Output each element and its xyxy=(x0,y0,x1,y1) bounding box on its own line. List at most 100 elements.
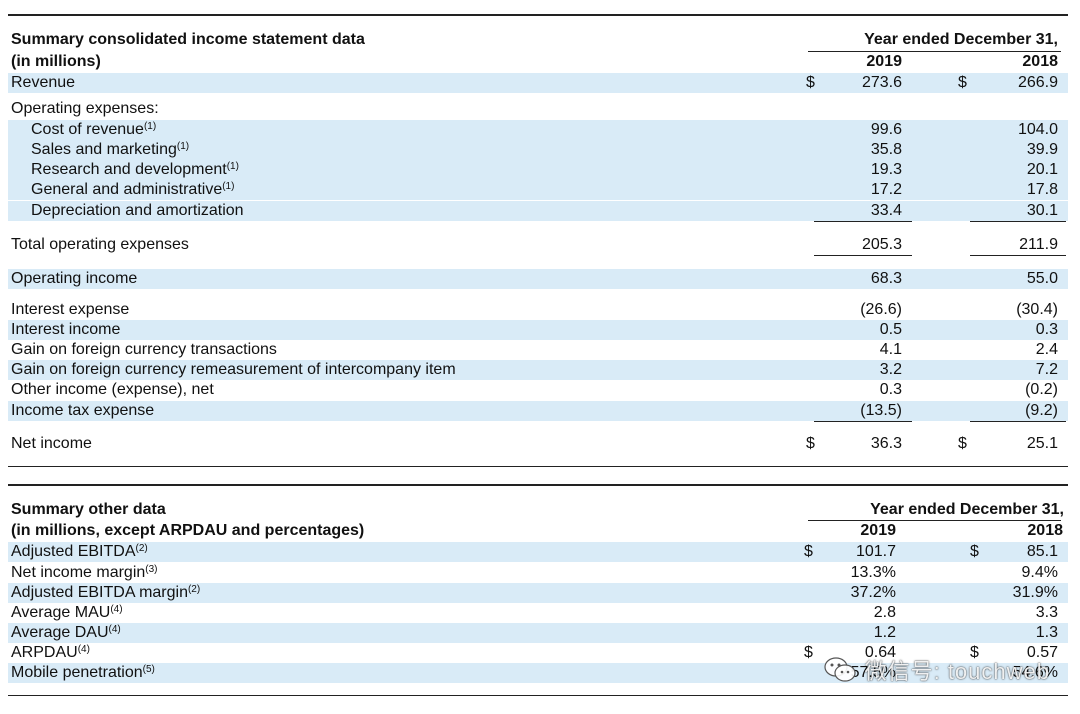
table2-period-header: Year ended December 31, xyxy=(870,501,1064,518)
value-2018: 211.9 xyxy=(1019,236,1058,253)
table1-row: Gain on foreign currency transactions 4.1… xyxy=(8,340,1068,360)
row-label-text: Other income (expense), net xyxy=(11,381,214,398)
row-label: Cost of revenue(1) xyxy=(31,120,156,140)
watermark: 微信号: touchweb xyxy=(823,654,1050,686)
table1-row: Depreciation and amortization 33.4 30.1 xyxy=(8,201,1068,221)
value-2019: (13.5) xyxy=(860,402,902,419)
footnote-marker: (1) xyxy=(176,141,190,152)
row-label-text: Cost of revenue xyxy=(31,121,144,138)
row-label: Income tax expense xyxy=(11,401,154,421)
table1-year-2019: 2019 xyxy=(866,53,902,70)
row-label-text: Interest expense xyxy=(11,301,130,318)
row-label-text: General and administrative xyxy=(31,181,223,198)
table1-row: Total operating expenses 205.3 211.9 xyxy=(8,235,1068,255)
footnote-marker: (4) xyxy=(110,604,123,615)
table2-year-2018: 2018 xyxy=(1027,522,1063,539)
footnote-marker: (5) xyxy=(142,664,155,675)
footnote-marker: (3) xyxy=(145,564,158,575)
table2-subtitle: (in millions, except ARPDAU and percenta… xyxy=(11,522,365,539)
value-2019: 17.2 xyxy=(870,181,902,198)
row-label-text: Average DAU xyxy=(11,624,109,641)
row-label-text: Gain on foreign currency remeasurement o… xyxy=(11,361,456,378)
table1-bottom-rule xyxy=(8,466,1068,467)
row-label: Operating expenses: xyxy=(11,99,159,119)
table1-row: Interest expense (26.6) (30.4) xyxy=(8,300,1068,320)
value-2019: 68.3 xyxy=(870,270,902,287)
row-label: Average MAU(4) xyxy=(11,603,123,623)
table1-row: Income tax expense (13.5) (9.2) xyxy=(8,401,1068,421)
table2-row: Average MAU(4) 2.8 3.3 xyxy=(8,603,1068,623)
table1-row: General and administrative(1) 17.2 17.8 xyxy=(8,180,1068,200)
value-2019: 4.1 xyxy=(879,341,902,358)
value-2018: 2.4 xyxy=(1035,341,1058,358)
row-label-text: Research and development xyxy=(31,161,227,178)
value-2018: 31.9% xyxy=(1012,584,1058,601)
table1-row: Gain on foreign currency remeasurement o… xyxy=(8,360,1068,380)
table1-row: Operating expenses: xyxy=(8,99,1068,119)
row-label-text: Total operating expenses xyxy=(11,236,189,253)
row-label-text: Sales and marketing xyxy=(31,141,177,158)
footnote-marker: (4) xyxy=(77,644,90,655)
table1-row: Research and development(1) 19.3 20.1 xyxy=(8,160,1068,180)
table1-title: Summary consolidated income statement da… xyxy=(11,31,365,48)
value-2018: 25.1 xyxy=(1026,435,1058,452)
value-2019: 36.3 xyxy=(870,435,902,452)
value-2019: 0.5 xyxy=(879,321,902,338)
table2-header-line2: (in millions, except ARPDAU and percenta… xyxy=(8,521,1068,541)
table1-top-rule xyxy=(8,14,1068,16)
value-2018: 55.0 xyxy=(1026,270,1058,287)
total-rule-2018 xyxy=(970,255,1066,256)
value-2019: 273.6 xyxy=(861,74,902,91)
value-2018: (9.2) xyxy=(1025,402,1058,419)
value-2019: 1.2 xyxy=(873,624,896,641)
row-label: Average DAU(4) xyxy=(11,623,121,643)
row-label-text: Interest income xyxy=(11,321,121,338)
row-label: Mobile penetration(5) xyxy=(11,663,155,683)
table1-subtitle: (in millions) xyxy=(11,53,101,70)
table1-row: Cost of revenue(1) 99.6 104.0 xyxy=(8,120,1068,140)
footnote-marker: (4) xyxy=(108,624,121,635)
value-2018: 3.3 xyxy=(1035,604,1058,621)
value-2019: 205.3 xyxy=(861,236,902,253)
footnote-marker: (1) xyxy=(226,161,239,172)
value-2019: 0.3 xyxy=(879,381,902,398)
row-label-text: Depreciation and amortization xyxy=(31,202,244,219)
row-label: Net income xyxy=(11,434,92,454)
value-2018: 30.1 xyxy=(1026,202,1058,219)
footnote-marker: (2) xyxy=(135,543,148,554)
total-rule-2019 xyxy=(814,255,912,256)
table1-row: Interest income 0.5 0.3 xyxy=(8,320,1068,340)
table1-header-line2: (in millions) 2019 2018 xyxy=(8,52,1068,72)
value-2018: 0.3 xyxy=(1035,321,1058,338)
table1-row: Revenue $ $273.6 266.9 xyxy=(8,73,1068,93)
row-label-text: Adjusted EBITDA margin xyxy=(11,584,188,601)
value-2018: 104.0 xyxy=(1017,121,1058,138)
value-2018: (30.4) xyxy=(1016,301,1058,318)
row-label-text: Mobile penetration xyxy=(11,664,143,681)
table2-row: Average DAU(4) 1.2 1.3 xyxy=(8,623,1068,643)
value-2018: 20.1 xyxy=(1026,161,1058,178)
table2-title: Summary other data xyxy=(11,501,166,518)
row-label: Sales and marketing(1) xyxy=(31,140,189,160)
table1-row: Net income $ $36.3 25.1 xyxy=(8,434,1068,454)
row-label-text: Gain on foreign currency transactions xyxy=(11,341,277,358)
row-label: General and administrative(1) xyxy=(31,180,234,200)
row-label-text: Average MAU xyxy=(11,604,111,621)
wechat-icon xyxy=(823,657,856,682)
row-label: Research and development(1) xyxy=(31,160,239,180)
value-2018: 17.8 xyxy=(1026,181,1058,198)
row-label: Net income margin(3) xyxy=(11,563,158,583)
footnote-marker: (1) xyxy=(222,181,235,192)
table1-row: Operating income 68.3 55.0 xyxy=(8,269,1068,289)
table2-top-rule xyxy=(8,484,1068,486)
financial-summary-sheet: Summary consolidated income statement da… xyxy=(8,0,1068,714)
value-2019: 13.3% xyxy=(850,564,896,581)
table1-row: Sales and marketing(1) 35.8 39.9 xyxy=(8,140,1068,160)
footnote-marker: (2) xyxy=(187,584,201,595)
net-rule-2019 xyxy=(814,421,912,422)
row-label: Gain on foreign currency remeasurement o… xyxy=(11,360,456,380)
row-label-text: Operating expenses: xyxy=(11,100,159,117)
value-2018: 85.1 xyxy=(1026,543,1058,560)
footnote-marker: (1) xyxy=(143,121,157,132)
row-label-text: Revenue xyxy=(11,74,76,91)
